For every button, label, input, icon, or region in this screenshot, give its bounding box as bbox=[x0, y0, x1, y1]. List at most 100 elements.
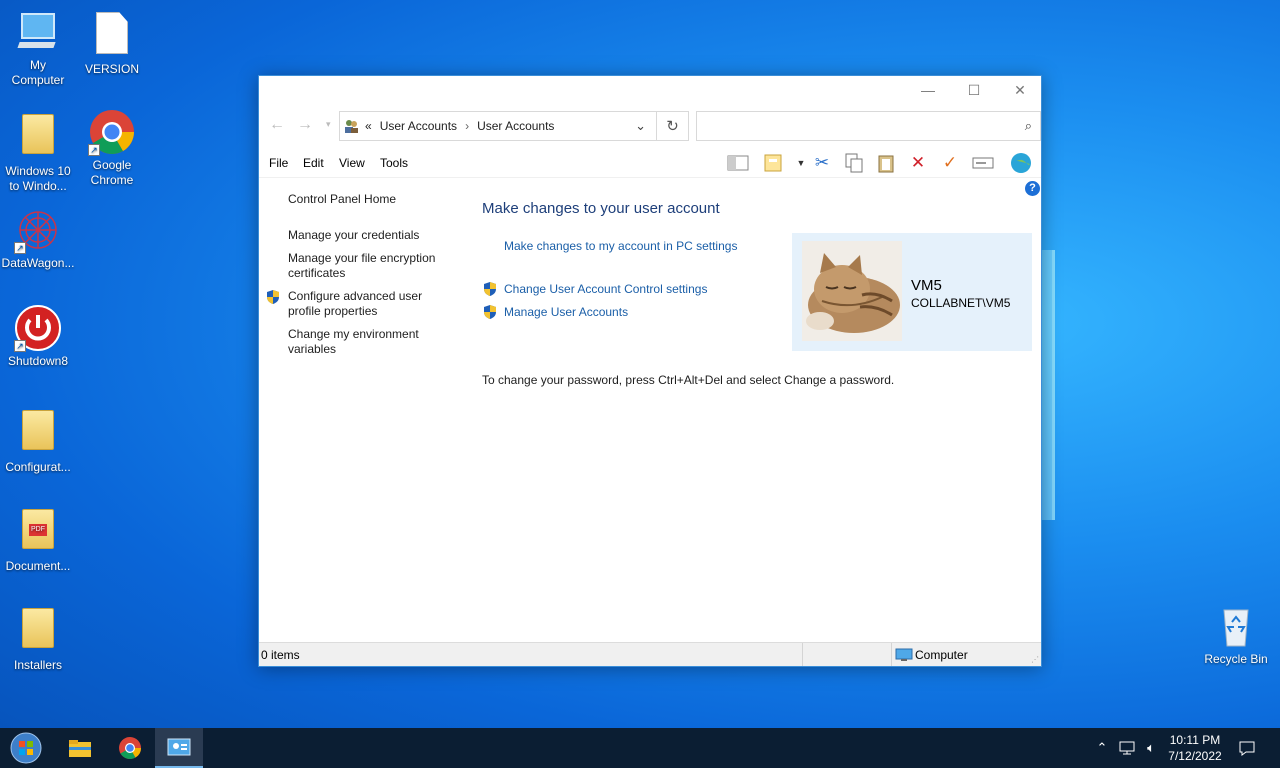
desktop-icon-label: Shutdown8 bbox=[7, 354, 69, 368]
action-center-icon[interactable] bbox=[1232, 728, 1262, 768]
chrome-icon: ↗ bbox=[88, 108, 136, 156]
copy-icon[interactable] bbox=[842, 152, 866, 174]
file-explorer-icon bbox=[69, 740, 91, 757]
resize-grip-icon[interactable]: ⋰ bbox=[1031, 655, 1039, 664]
properties-icon[interactable] bbox=[762, 152, 786, 174]
desktop-icon-chrome[interactable]: ↗ Google Chrome bbox=[74, 108, 150, 188]
refresh-button[interactable]: ↻ bbox=[657, 111, 689, 141]
back-arrow-icon[interactable]: ← bbox=[269, 116, 285, 134]
recent-dropdown-icon[interactable]: ▾ bbox=[326, 119, 331, 130]
navigation-bar: ← → ▾ « User Accounts › User Accounts ⌄ … bbox=[259, 110, 1041, 142]
desktop-icon-configuration[interactable]: Configurat... bbox=[0, 404, 76, 475]
folder-icon bbox=[14, 410, 62, 458]
menu-view[interactable]: View bbox=[339, 156, 365, 170]
desktop-icon-datawagon[interactable]: ↗ DataWagon... bbox=[0, 206, 76, 271]
desktop-icon-label: Document... bbox=[5, 559, 71, 573]
user-accounts-icon bbox=[343, 118, 359, 134]
manage-user-accounts-link[interactable]: Manage User Accounts bbox=[504, 305, 628, 319]
computer-icon bbox=[895, 648, 913, 665]
desktop-icon-label: DataWagon... bbox=[1, 256, 75, 270]
desktop-icon-label: Installers bbox=[13, 658, 63, 672]
maximize-button[interactable]: ☐ bbox=[951, 76, 997, 104]
page-title: Make changes to your user account bbox=[482, 200, 720, 217]
status-bar: 0 items Computer ⋰ bbox=[259, 642, 1041, 666]
desktop-icon-label: Google Chrome bbox=[90, 158, 134, 187]
uac-shield-icon bbox=[483, 304, 497, 320]
forward-arrow-icon[interactable]: → bbox=[297, 116, 313, 134]
search-input[interactable] bbox=[703, 113, 1013, 139]
help-icon[interactable]: ? bbox=[1025, 181, 1040, 196]
desktop-icon-windows10[interactable]: Windows 10 to Windo... bbox=[0, 108, 76, 194]
shortcut-arrow-icon: ↗ bbox=[14, 340, 26, 352]
shortcut-arrow-icon: ↗ bbox=[88, 144, 100, 156]
desktop-icon-recycle-bin[interactable]: Recycle Bin bbox=[1198, 602, 1274, 667]
desktop-icon-label: Windows 10 to Windo... bbox=[5, 164, 71, 193]
file-encryption-link[interactable]: Manage your file encryption certificates bbox=[288, 251, 448, 281]
breadcrumb-user-accounts[interactable]: User Accounts bbox=[477, 119, 554, 133]
title-bar[interactable]: — ☐ ✕ bbox=[259, 76, 1041, 104]
shortcut-arrow-icon: ↗ bbox=[14, 242, 26, 254]
account-name: VM5 bbox=[911, 277, 942, 294]
menu-edit[interactable]: Edit bbox=[303, 156, 324, 170]
account-card: VM5 COLLABNET\VM5 bbox=[792, 233, 1032, 351]
desktop-icon-my-computer[interactable]: My Computer bbox=[0, 8, 76, 88]
file-icon bbox=[88, 12, 136, 60]
desktop-icon-shutdown8[interactable]: ↗ Shutdown8 bbox=[0, 304, 76, 369]
account-avatar[interactable] bbox=[802, 241, 902, 341]
close-button[interactable]: ✕ bbox=[997, 76, 1043, 104]
start-button[interactable] bbox=[2, 728, 50, 768]
account-domain-user: COLLABNET\VM5 bbox=[911, 296, 1011, 310]
environment-variables-link[interactable]: Change my environment variables bbox=[288, 327, 448, 357]
show-hidden-icons-chevron-icon[interactable]: ⌃ bbox=[1092, 728, 1112, 768]
clock-date: 7/12/2022 bbox=[1168, 749, 1222, 763]
cut-icon[interactable]: ✂ bbox=[810, 152, 834, 174]
status-divider bbox=[891, 643, 892, 666]
status-location: Computer bbox=[915, 648, 968, 662]
desktop-icon-version[interactable]: VERSION bbox=[74, 8, 150, 77]
user-accounts-window: — ☐ ✕ ← → ▾ « User Accounts › User Accou… bbox=[258, 75, 1042, 667]
advanced-profile-link[interactable]: Configure advanced user profile properti… bbox=[288, 289, 448, 319]
uac-shield-icon bbox=[483, 281, 497, 297]
delete-icon[interactable]: ✕ bbox=[906, 152, 930, 174]
desktop-icon-documents[interactable]: PDF Document... bbox=[0, 503, 76, 574]
rename-icon[interactable] bbox=[971, 152, 995, 174]
uac-settings-link[interactable]: Change User Account Control settings bbox=[504, 282, 707, 296]
breadcrumb-separator: › bbox=[465, 119, 470, 133]
menu-file[interactable]: File bbox=[269, 156, 288, 170]
menu-tools[interactable]: Tools bbox=[380, 156, 408, 170]
chrome-taskbar-button[interactable] bbox=[106, 728, 154, 768]
status-divider bbox=[802, 643, 803, 666]
paste-icon[interactable] bbox=[874, 152, 898, 174]
address-dropdown-icon[interactable]: ⌄ bbox=[635, 118, 646, 134]
manage-credentials-link[interactable]: Manage your credentials bbox=[288, 228, 448, 243]
recycle-bin-icon bbox=[1212, 602, 1260, 650]
control-panel-home-link[interactable]: Control Panel Home bbox=[288, 192, 448, 207]
taskbar: ⌃ 🔈︎ 10:11 PM 7/12/2022 bbox=[0, 728, 1280, 768]
network-icon[interactable] bbox=[1116, 728, 1138, 768]
folder-icon bbox=[14, 608, 62, 656]
minimize-button[interactable]: — bbox=[905, 76, 951, 104]
control-panel-taskbar-button[interactable] bbox=[155, 728, 203, 768]
globe-icon[interactable] bbox=[1009, 152, 1033, 174]
clock[interactable]: 10:11 PM 7/12/2022 bbox=[1164, 728, 1226, 768]
clock-time: 10:11 PM bbox=[1169, 733, 1221, 747]
search-box[interactable]: ⌕ bbox=[696, 111, 1041, 141]
checkmark-icon[interactable]: ✓ bbox=[938, 152, 962, 174]
control-panel-icon bbox=[167, 738, 191, 756]
search-icon[interactable]: ⌕ bbox=[1025, 118, 1032, 134]
volume-icon[interactable]: 🔈︎ bbox=[1140, 728, 1162, 768]
folder-icon bbox=[14, 114, 62, 162]
item-count: 0 items bbox=[261, 648, 300, 662]
uac-shield-icon bbox=[266, 289, 280, 305]
pc-settings-link[interactable]: Make changes to my account in PC setting… bbox=[504, 239, 737, 253]
windows-orb-icon bbox=[10, 732, 42, 764]
preview-pane-icon[interactable] bbox=[726, 152, 750, 174]
breadcrumb-user-accounts-parent[interactable]: User Accounts bbox=[380, 119, 457, 133]
desktop-icon-label: Recycle Bin bbox=[1204, 652, 1268, 666]
address-bar[interactable]: « User Accounts › User Accounts ⌄ bbox=[339, 111, 657, 141]
breadcrumb-chevrons[interactable]: « bbox=[365, 119, 372, 133]
computer-icon bbox=[14, 8, 62, 56]
datawagon-icon: ↗ bbox=[14, 206, 62, 254]
file-explorer-taskbar-button[interactable] bbox=[56, 728, 104, 768]
desktop-icon-installers[interactable]: Installers bbox=[0, 602, 76, 673]
